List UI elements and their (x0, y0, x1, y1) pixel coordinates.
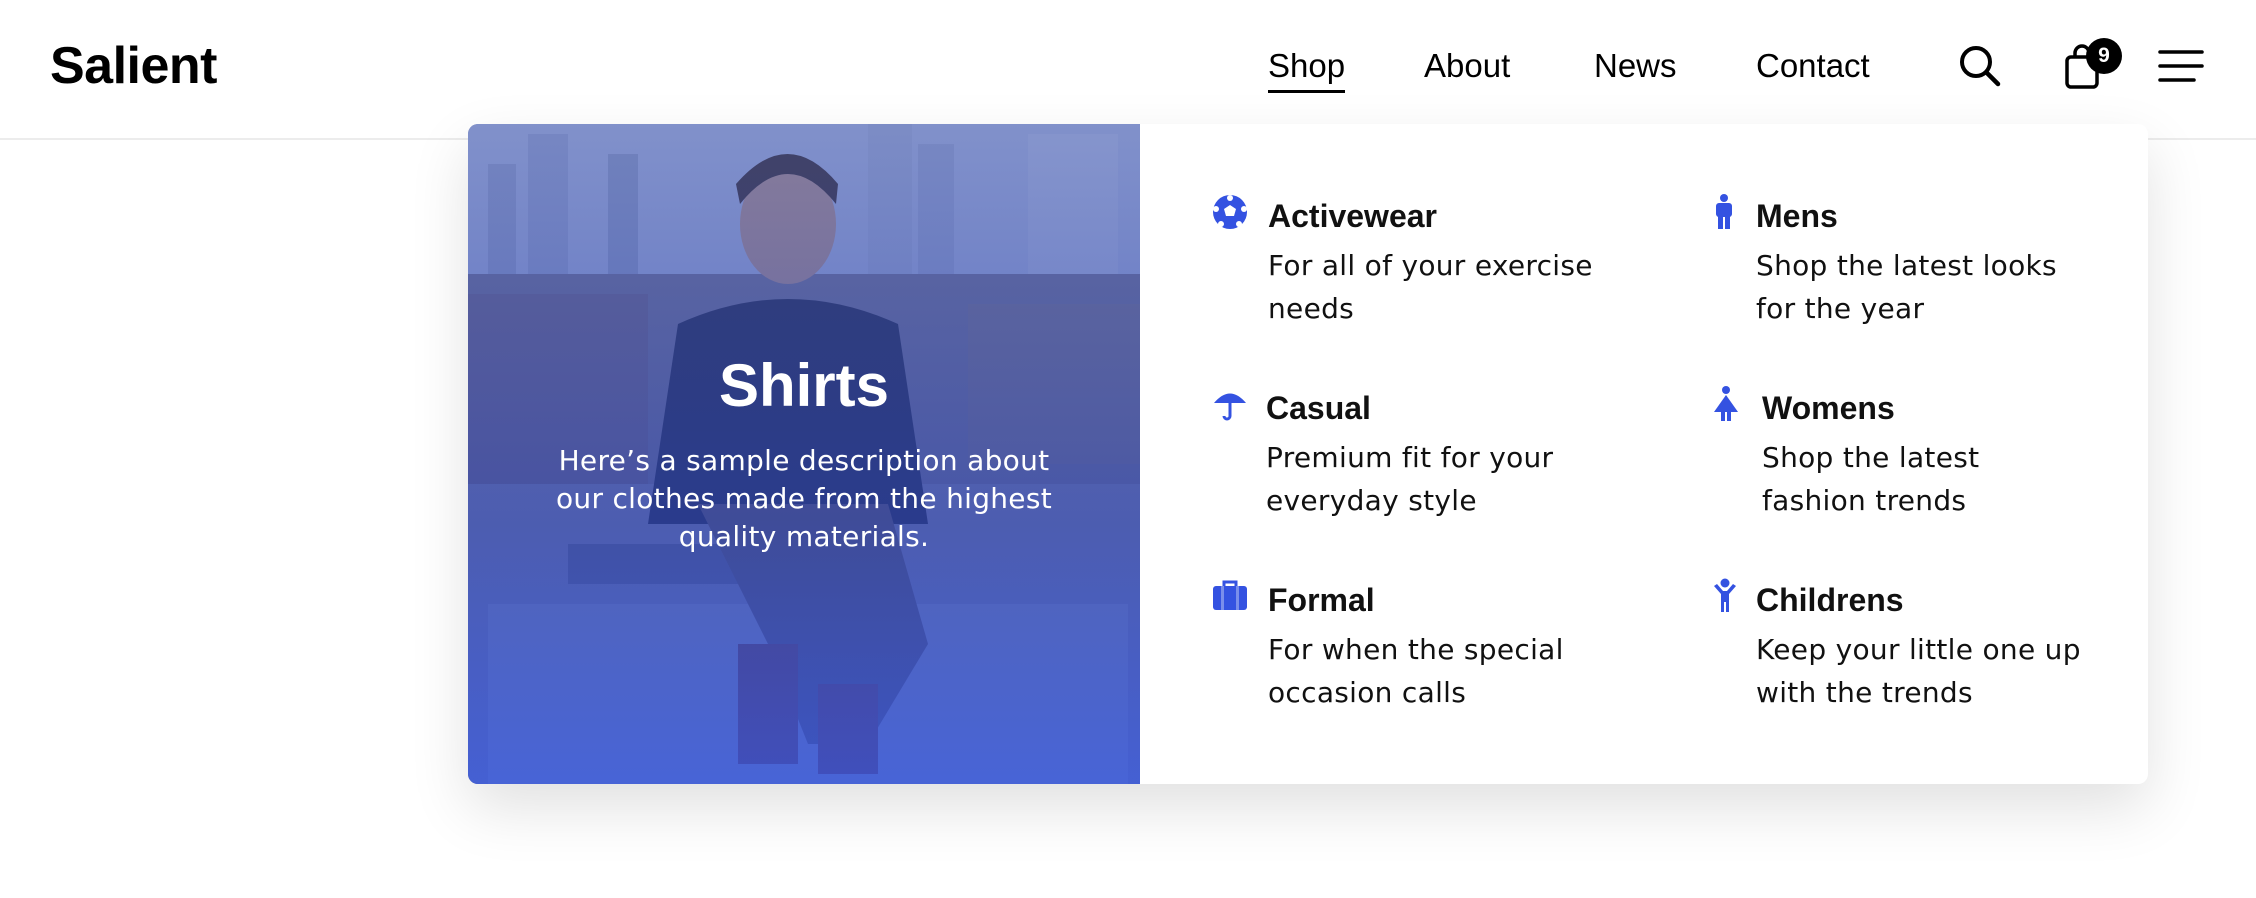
category-description: Shop the latest looks for the year (1756, 249, 2057, 325)
umbrella-icon (1214, 393, 1246, 421)
category-description: Shop the latest fashion trends (1762, 441, 1980, 517)
shop-mega-menu: Shirts Here’s a sample description about… (468, 124, 2148, 784)
hamburger-menu-icon (2158, 50, 2204, 82)
category-title: Casual (1266, 390, 1371, 426)
menu-button[interactable] (2158, 48, 2204, 86)
nav-link-contact[interactable]: Contact (1756, 44, 1870, 88)
category-description: For when the special occasion calls (1268, 633, 1564, 709)
male-figure-icon (1716, 194, 1732, 229)
search-button[interactable] (1958, 44, 2002, 88)
category-description: Premium fit for your everyday style (1266, 441, 1554, 517)
search-icon (1960, 46, 2001, 87)
category-title: Mens (1756, 198, 1838, 234)
briefcase-icon (1213, 580, 1247, 610)
nav-link-about[interactable]: About (1424, 44, 1510, 88)
female-figure-icon (1714, 386, 1738, 421)
soccer-ball-icon (1213, 195, 1247, 229)
nav-link-shop[interactable]: Shop (1268, 44, 1346, 93)
feature-description: Here’s a sample description about our cl… (555, 444, 1053, 553)
category-description: Keep your little one up with the trends (1756, 633, 2081, 709)
featured-category-shirts[interactable]: Shirts Here’s a sample description about… (468, 124, 1140, 784)
feature-title: Shirts (718, 352, 890, 419)
cart-count-badge: 9 (2086, 38, 2122, 74)
category-title: Womens (1762, 390, 1895, 426)
site-header: Salient Shop About News Contact 9 (0, 0, 2256, 140)
category-description: For all of your exercise needs (1268, 249, 1593, 325)
nav-link-news[interactable]: News (1594, 44, 1677, 88)
category-title: Formal (1268, 582, 1375, 618)
category-title: Activewear (1268, 198, 1437, 234)
child-figure-icon (1714, 578, 1736, 612)
category-title: Childrens (1756, 582, 1904, 618)
site-logo[interactable]: Salient (50, 36, 218, 96)
